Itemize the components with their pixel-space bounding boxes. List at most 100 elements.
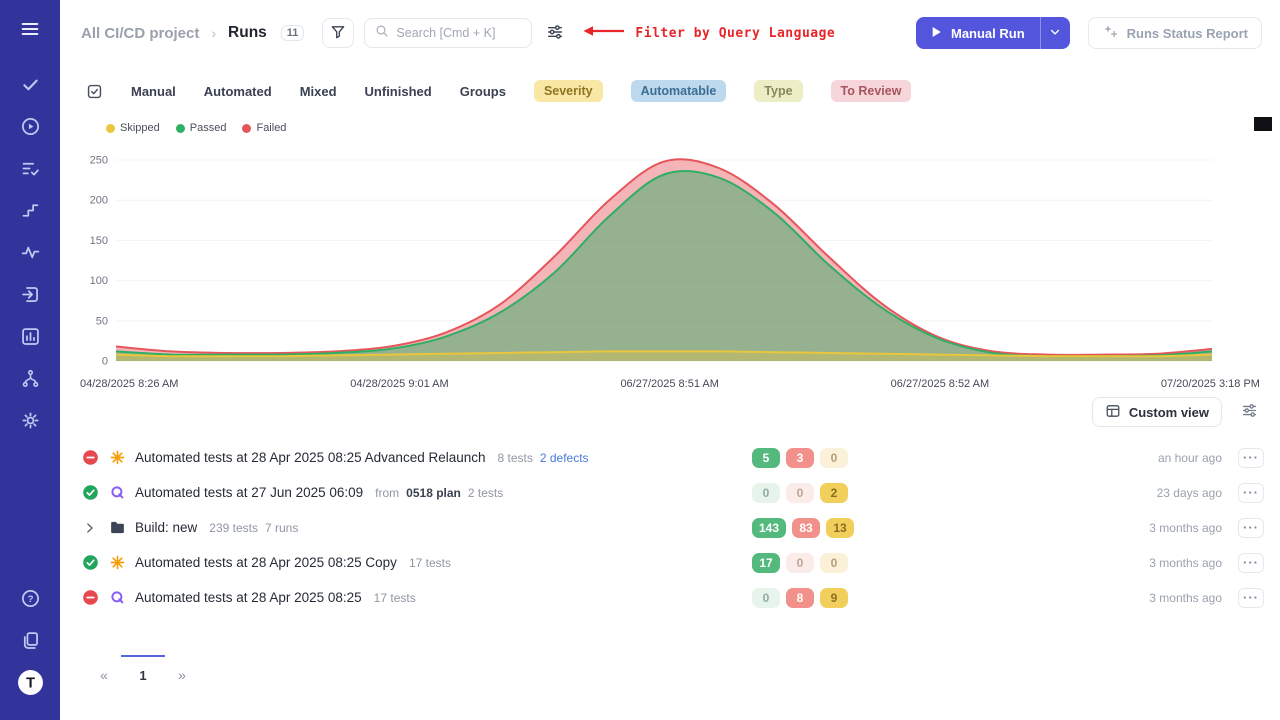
row-menu-button[interactable]: ··· xyxy=(1238,588,1264,608)
legend-item-failed[interactable]: Failed xyxy=(242,122,286,134)
run-row[interactable]: Automated tests at 28 Apr 2025 08:25 Cop… xyxy=(81,545,1264,580)
count-badge-red-solid: 83 xyxy=(792,518,820,538)
legend-item-skipped[interactable]: Skipped xyxy=(106,122,160,134)
play-circle-icon xyxy=(20,116,41,142)
count-badge-yellow-pale: 0 xyxy=(820,448,848,468)
spark-icon xyxy=(108,554,126,572)
run-title[interactable]: Automated tests at 27 Jun 2025 06:09 xyxy=(135,485,363,500)
search-input[interactable] xyxy=(396,26,521,40)
expand-chevron-right-icon[interactable] xyxy=(81,519,99,537)
pagination-page-1[interactable]: 1 xyxy=(121,655,165,683)
result-badges: 002 xyxy=(752,483,882,503)
legend-dot xyxy=(242,124,251,133)
sidebar-item-hamburger-menu[interactable] xyxy=(9,10,51,52)
manual-run-dropdown-button[interactable] xyxy=(1040,17,1070,49)
chart-legend: Skipped Passed Failed xyxy=(60,118,1280,138)
funnel-icon xyxy=(330,24,346,43)
tab-automated[interactable]: Automated xyxy=(204,84,272,99)
manual-run-split-button: Manual Run xyxy=(916,17,1070,49)
run-meta-link[interactable]: 2 defects xyxy=(540,451,589,465)
custom-view-button[interactable]: Custom view xyxy=(1092,397,1222,427)
sidebar-item-check[interactable] xyxy=(9,66,51,108)
tab-unfinished[interactable]: Unfinished xyxy=(365,84,432,99)
run-title[interactable]: Automated tests at 28 Apr 2025 08:25 xyxy=(135,590,362,605)
sidebar-item-branch[interactable] xyxy=(9,360,51,402)
legend-label: Skipped xyxy=(120,122,160,134)
sidebar-item-inbox-arrow[interactable] xyxy=(9,276,51,318)
filter-chip-automatable[interactable]: Automatable xyxy=(631,80,727,102)
row-menu-button[interactable]: ··· xyxy=(1238,518,1264,538)
manual-run-button[interactable]: Manual Run xyxy=(916,17,1040,49)
status-failed-icon xyxy=(81,589,99,607)
sparkles-icon xyxy=(1102,23,1119,43)
sidebar-item-gear[interactable] xyxy=(9,402,51,444)
annotation-text: Filter by Query Language xyxy=(635,26,835,41)
list-check-icon xyxy=(20,158,41,184)
breadcrumb-project[interactable]: All CI/CD project xyxy=(81,25,199,42)
svg-text:200: 200 xyxy=(90,195,108,207)
tab-groups[interactable]: Groups xyxy=(460,84,506,99)
x-axis-label: 04/28/2025 8:26 AM xyxy=(80,378,178,390)
row-menu-button[interactable]: ··· xyxy=(1238,448,1264,468)
runs-list: Automated tests at 28 Apr 2025 08:25 Adv… xyxy=(60,434,1280,615)
qase-icon xyxy=(108,589,126,607)
run-row-main: Automated tests at 28 Apr 2025 08:25 Adv… xyxy=(81,449,752,467)
row-menu-button[interactable]: ··· xyxy=(1238,483,1264,503)
count-badge-red-solid: 3 xyxy=(786,448,814,468)
run-title[interactable]: Automated tests at 28 Apr 2025 08:25 Cop… xyxy=(135,555,397,570)
run-meta-plain: 7 runs xyxy=(265,521,298,535)
legend-label: Failed xyxy=(256,122,286,134)
manual-run-label: Manual Run xyxy=(951,26,1025,41)
run-row[interactable]: Automated tests at 28 Apr 2025 08:25 Adv… xyxy=(81,440,1264,475)
count-badge-red-pale: 0 xyxy=(786,483,814,503)
pagination-prev-button[interactable]: « xyxy=(87,655,121,683)
runs-count-badge: 11 xyxy=(281,25,305,41)
run-meta: 17 tests xyxy=(409,556,451,570)
filter-funnel-button[interactable] xyxy=(322,18,354,48)
run-row[interactable]: Automated tests at 28 Apr 2025 08:25 17 t… xyxy=(81,580,1264,615)
run-meta: 17 tests xyxy=(374,591,416,605)
tab-manual[interactable]: Manual xyxy=(131,84,176,99)
sidebar-item-list-check[interactable] xyxy=(9,150,51,192)
sidebar-item-steps[interactable] xyxy=(9,192,51,234)
run-row[interactable]: Automated tests at 27 Jun 2025 06:09from… xyxy=(81,475,1264,510)
svg-text:?: ? xyxy=(27,594,33,605)
sidebar-item-bar-chart[interactable] xyxy=(9,318,51,360)
filter-chip-type[interactable]: Type xyxy=(754,80,802,102)
search-box[interactable] xyxy=(364,18,532,48)
filter-chip-to-review[interactable]: To Review xyxy=(831,80,912,102)
select-all-icon[interactable] xyxy=(85,82,103,100)
runs-status-report-button[interactable]: Runs Status Report xyxy=(1088,17,1262,49)
row-menu-button[interactable]: ··· xyxy=(1238,553,1264,573)
sidebar-item-logo[interactable]: T xyxy=(9,664,51,706)
breadcrumb-separator: › xyxy=(211,25,216,41)
chart-x-axis-labels: 04/28/2025 8:26 AM04/28/2025 9:01 AM06/2… xyxy=(80,378,1260,390)
custom-view-label: Custom view xyxy=(1129,405,1209,420)
run-meta-plain: 17 tests xyxy=(374,591,416,605)
run-row[interactable]: Build: new239 tests7 runs14383133 months… xyxy=(81,510,1264,545)
list-filter-settings-button[interactable] xyxy=(1236,397,1262,427)
sidebar-item-docs[interactable] xyxy=(9,622,51,664)
runs-status-report-label: Runs Status Report xyxy=(1127,26,1248,41)
topbar: All CI/CD project › Runs 11 Filter by Qu… xyxy=(60,0,1280,66)
count-badge-green-pale: 0 xyxy=(752,588,780,608)
search-icon xyxy=(375,24,389,43)
count-badge-yellow-pale: 0 xyxy=(820,553,848,573)
sidebar-item-pulse[interactable] xyxy=(9,234,51,276)
legend-item-passed[interactable]: Passed xyxy=(176,122,227,134)
sidebar-item-help[interactable]: ? xyxy=(9,580,51,622)
x-axis-label: 04/28/2025 9:01 AM xyxy=(350,378,448,390)
svg-text:250: 250 xyxy=(90,155,108,167)
sidebar-item-play-circle[interactable] xyxy=(9,108,51,150)
pagination-next-button[interactable]: » xyxy=(165,655,199,683)
tab-mixed[interactable]: Mixed xyxy=(300,84,337,99)
run-meta-plain: 8 tests xyxy=(498,451,533,465)
gear-icon xyxy=(20,410,41,436)
run-row-main: Automated tests at 28 Apr 2025 08:25 Cop… xyxy=(81,554,752,572)
run-title[interactable]: Build: new xyxy=(135,520,197,535)
hamburger-menu-icon xyxy=(19,18,41,45)
run-title[interactable]: Automated tests at 28 Apr 2025 08:25 Adv… xyxy=(135,450,486,465)
logo: T xyxy=(17,669,44,701)
filter-chip-severity[interactable]: Severity xyxy=(534,80,603,102)
query-language-filter-button[interactable] xyxy=(542,18,568,48)
